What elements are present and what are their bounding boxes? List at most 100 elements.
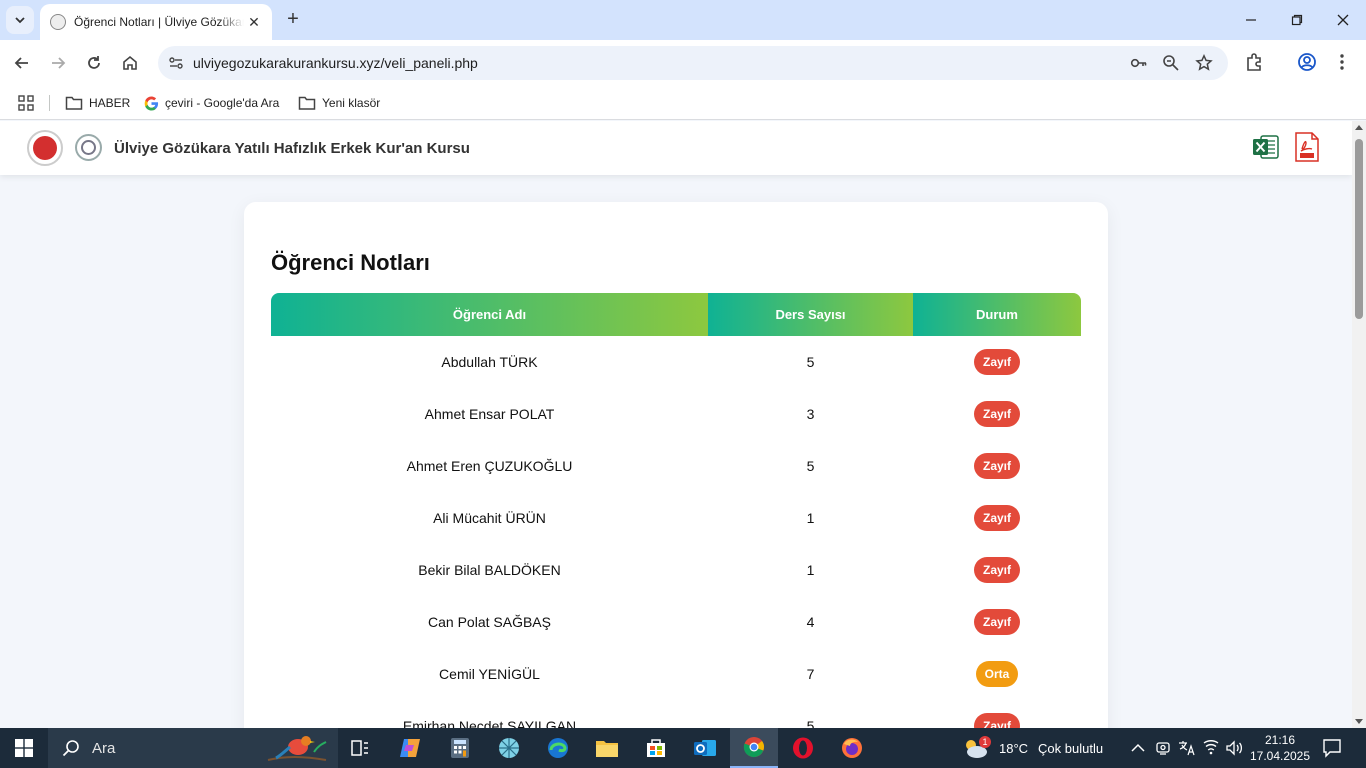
address-bar[interactable]: ulviyegozukarakurankursu.xyz/veli_paneli… xyxy=(158,46,1228,80)
scroll-thumb[interactable] xyxy=(1355,139,1363,319)
copilot-app[interactable] xyxy=(386,728,434,768)
opera-app[interactable] xyxy=(779,728,827,768)
restore-button[interactable] xyxy=(1274,0,1320,40)
chevron-down-icon xyxy=(15,17,25,24)
student-name: Can Polat SAĞBAŞ xyxy=(428,614,551,630)
file-explorer-app[interactable] xyxy=(583,728,631,768)
pdf-icon xyxy=(1295,132,1319,162)
lesson-count: 5 xyxy=(806,718,815,728)
status-cell: Zayıf xyxy=(913,453,1081,479)
student-name: Ahmet Ensar POLAT xyxy=(424,406,555,422)
folder-icon xyxy=(596,741,618,757)
export-excel-button[interactable] xyxy=(1252,133,1280,161)
task-view-button[interactable] xyxy=(336,728,384,768)
network-app[interactable] xyxy=(485,728,533,768)
page-scrollbar[interactable] xyxy=(1352,121,1366,728)
status-cell: Orta xyxy=(913,661,1081,687)
bookmark-yeni-klasor[interactable]: Yeni klasör xyxy=(298,92,380,114)
status-badge: Zayıf xyxy=(973,401,1020,427)
menu-kebab-icon[interactable] xyxy=(1330,50,1354,74)
status-badge: Zayıf xyxy=(973,349,1020,375)
outlook-app[interactable] xyxy=(681,728,729,768)
chrome-app[interactable] xyxy=(730,728,778,768)
input-language-icon[interactable] xyxy=(1178,739,1196,757)
forward-button[interactable] xyxy=(44,49,72,77)
camera-privacy-icon[interactable] xyxy=(1154,739,1172,757)
chrome-icon xyxy=(743,737,764,758)
calculator-icon xyxy=(451,738,469,758)
zoom-icon[interactable] xyxy=(1161,53,1181,73)
table-row: Ahmet Eren ÇUZUKOĞLU 5 Zayıf xyxy=(271,440,1081,492)
column-header-count[interactable]: Ders Sayısı xyxy=(708,293,913,336)
scroll-down-arrow-icon[interactable] xyxy=(1355,719,1363,724)
taskbar-search[interactable]: Ara xyxy=(48,728,338,768)
status-cell: Zayıf xyxy=(913,609,1081,635)
tab-search-button[interactable] xyxy=(6,6,34,34)
firefox-icon xyxy=(842,738,862,758)
edge-app[interactable] xyxy=(534,728,582,768)
browser-tab-active[interactable]: Öğrenci Notları | Ülviye Gözükara ✕ xyxy=(40,4,272,40)
wifi-icon[interactable] xyxy=(1202,739,1220,757)
table-header: Öğrenci Adı Ders Sayısı Durum xyxy=(271,293,1081,336)
back-button[interactable] xyxy=(8,49,36,77)
lesson-count: 4 xyxy=(806,614,815,630)
home-button[interactable] xyxy=(116,49,144,77)
new-tab-button[interactable]: + xyxy=(282,9,304,31)
firefox-app[interactable] xyxy=(828,728,876,768)
status-cell: Zayıf xyxy=(913,505,1081,531)
windows-taskbar: Ara 1 18°C Çok bulutlu 21:16 17.04.2025 xyxy=(0,728,1366,768)
weather-widget[interactable]: 1 18°C Çok bulutlu xyxy=(962,728,1103,768)
store-app[interactable] xyxy=(632,728,680,768)
kurs-logo-icon xyxy=(75,134,102,161)
column-header-name[interactable]: Öğrenci Adı xyxy=(271,293,708,336)
clock-time: 21:16 xyxy=(1264,733,1296,747)
password-key-icon[interactable] xyxy=(1129,53,1149,73)
weather-temp: 18°C xyxy=(999,740,1029,756)
extensions-icon[interactable] xyxy=(1242,50,1266,74)
scroll-up-arrow-icon[interactable] xyxy=(1355,125,1363,130)
bookmark-star-icon[interactable] xyxy=(1194,53,1214,73)
arrow-right-icon xyxy=(52,57,66,69)
status-badge: Zayıf xyxy=(973,505,1020,531)
profile-avatar-icon[interactable] xyxy=(1295,50,1319,74)
weather-desc: Çok bulutlu xyxy=(1038,740,1104,756)
minimize-button[interactable] xyxy=(1228,0,1274,40)
student-name: Bekir Bilal BALDÖKEN xyxy=(418,562,561,578)
bookmark-haber[interactable]: HABER xyxy=(65,92,130,114)
restore-icon xyxy=(1291,14,1303,26)
weather-alert-badge: 1 xyxy=(979,736,991,748)
status-badge: Zayıf xyxy=(973,713,1020,728)
status-badge: Zayıf xyxy=(973,557,1020,583)
calculator-app[interactable] xyxy=(436,728,484,768)
lesson-count: 5 xyxy=(806,354,815,370)
search-icon xyxy=(62,740,79,757)
bookmarks-bar: HABER çeviri - Google'da Ara Yeni klasör xyxy=(0,86,1366,120)
apps-grid-button[interactable] xyxy=(18,92,40,114)
student-name: Abdullah TÜRK xyxy=(441,354,538,370)
clock-date: 17.04.2025 xyxy=(1249,749,1311,763)
tab-close-icon[interactable]: ✕ xyxy=(246,14,262,30)
status-cell: Zayıf xyxy=(913,713,1081,728)
outlook-icon xyxy=(694,740,716,756)
home-icon xyxy=(123,55,137,70)
diyanet-logo-icon xyxy=(27,130,63,166)
reload-button[interactable] xyxy=(80,49,108,77)
tray-overflow-chevron-icon[interactable] xyxy=(1129,739,1147,757)
excel-icon xyxy=(1253,135,1279,159)
site-settings-icon[interactable] xyxy=(166,53,186,73)
folder-icon xyxy=(65,96,83,110)
store-icon xyxy=(647,739,665,757)
export-pdf-button[interactable] xyxy=(1295,132,1319,162)
notifications-button[interactable] xyxy=(1322,738,1342,758)
bookmark-ceviri[interactable]: çeviri - Google'da Ara xyxy=(144,92,279,114)
page-viewport: Ülviye Gözükara Yatılı Hafızlık Erkek Ku… xyxy=(0,121,1352,728)
status-cell: Zayıf xyxy=(913,557,1081,583)
status-cell: Zayıf xyxy=(913,349,1081,375)
close-window-button[interactable] xyxy=(1320,0,1366,40)
volume-icon[interactable] xyxy=(1225,739,1243,757)
search-highlight-bird-icon xyxy=(267,736,327,761)
taskbar-clock[interactable]: 21:16 17.04.2025 xyxy=(1247,732,1313,764)
column-header-status[interactable]: Durum xyxy=(913,293,1081,336)
url-text[interactable]: ulviyegozukarakurankursu.xyz/veli_paneli… xyxy=(193,55,478,71)
start-button[interactable] xyxy=(0,728,48,768)
